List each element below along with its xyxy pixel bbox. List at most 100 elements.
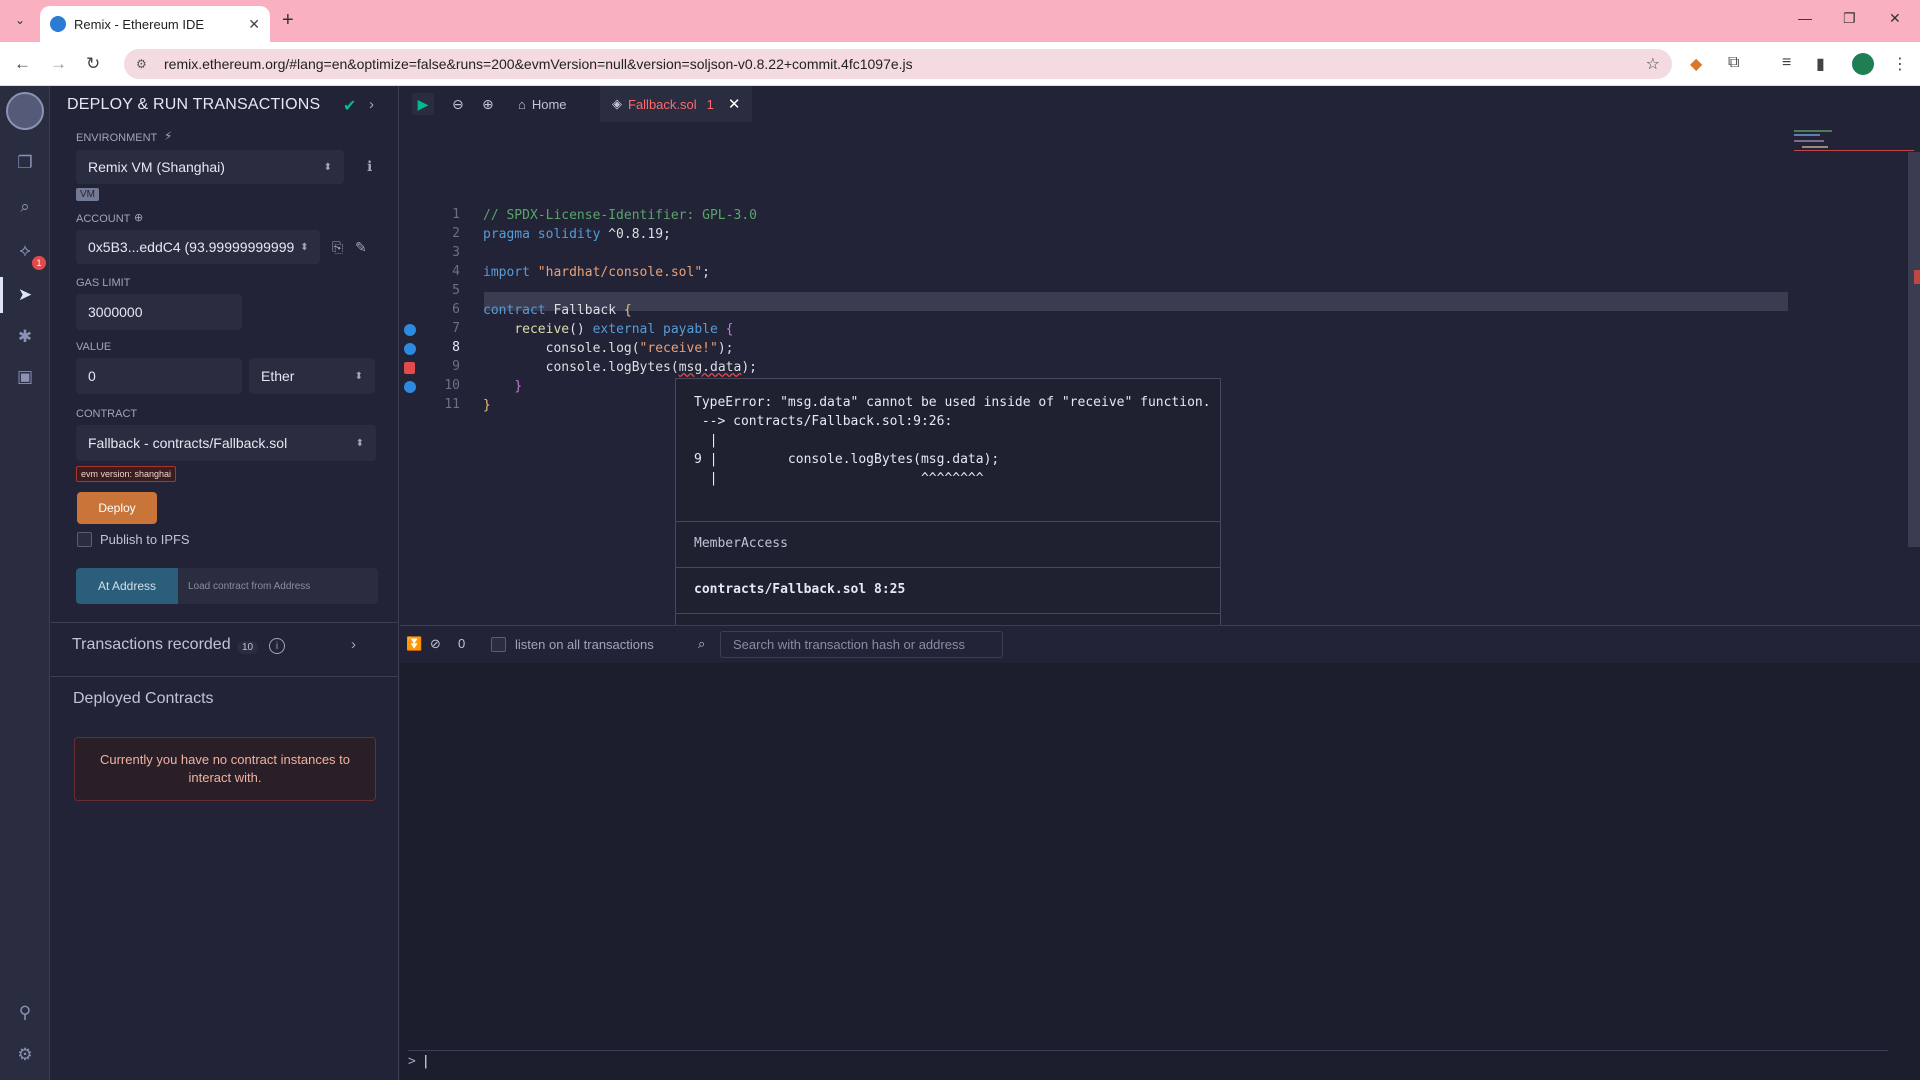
keyword-text: contract <box>483 303 546 318</box>
transaction-search-input[interactable]: Search with transaction hash or address <box>720 631 1003 658</box>
close-window-icon[interactable]: ✕ <box>1889 10 1901 27</box>
select-arrow-icon: ⬍ <box>355 437 364 449</box>
plugin-manager-icon[interactable]: ▣ <box>12 364 38 390</box>
zoom-in-icon[interactable]: ⊕ <box>482 86 494 122</box>
info-icon[interactable]: i <box>269 638 285 654</box>
error-marker-icon[interactable] <box>404 362 415 374</box>
code-line: // SPDX-License-Identifier: GPL-3.0 <box>483 206 757 225</box>
compiler-error-badge: 1 <box>32 256 46 270</box>
settings-gear-icon[interactable]: ⚙ <box>12 1042 38 1068</box>
at-address-button[interactable]: At Address <box>76 568 178 604</box>
terminal-prompt: > <box>408 1054 416 1069</box>
deployed-contracts-title: Deployed Contracts <box>73 690 214 707</box>
line-number: 5 <box>452 283 460 298</box>
site-settings-icon[interactable]: ⚙ <box>136 57 152 71</box>
line-number: 6 <box>452 302 460 317</box>
account-select[interactable]: 0x5B3...eddC4 (93.99999999999 ⬍ <box>76 230 320 264</box>
minimap[interactable] <box>1794 130 1914 154</box>
divider <box>676 567 1220 568</box>
home-icon: ⌂ <box>518 96 526 112</box>
address-bar[interactable]: ⚙ remix.ethereum.org/#lang=en&optimize=f… <box>124 49 1672 79</box>
publish-ipfs-checkbox[interactable] <box>77 532 92 547</box>
search-icon[interactable]: ⌕ <box>12 194 38 220</box>
divider <box>51 622 398 623</box>
clear-console-icon[interactable]: ⊘ <box>430 636 441 652</box>
environment-select[interactable]: Remix VM (Shanghai) ⬍ <box>76 150 344 184</box>
select-arrow-icon: ⬍ <box>323 161 332 173</box>
active-indicator <box>0 277 3 313</box>
line-number: 1 <box>452 207 460 222</box>
side-panel-icon[interactable]: ▮ <box>1816 54 1825 74</box>
plug-icon[interactable]: ⚡ <box>164 129 172 143</box>
back-arrow-icon[interactable]: ← <box>14 54 31 74</box>
run-script-icon[interactable]: ▶ <box>412 93 434 115</box>
terminal-output[interactable] <box>400 663 1920 1080</box>
edit-icon[interactable]: ✎ <box>355 239 367 256</box>
editor-gutter: 1 2 3 4 5 6 7 8 9 10 11 <box>400 122 470 625</box>
code-line: pragma solidity ^0.8.19; <box>483 225 671 244</box>
breakpoint-icon[interactable] <box>404 343 416 355</box>
error-location[interactable]: contracts/Fallback.sol 8:25 <box>694 582 905 597</box>
file-tab-label: Fallback.sol <box>628 96 697 112</box>
restore-icon[interactable]: ❐ <box>1843 10 1856 27</box>
deploy-run-icon[interactable]: ➤ <box>12 282 38 308</box>
minimize-icon[interactable]: — <box>1798 10 1812 26</box>
contract-select[interactable]: Fallback - contracts/Fallback.sol ⬍ <box>76 425 376 461</box>
remix-logo-icon[interactable] <box>6 92 44 130</box>
file-explorer-icon[interactable]: ❐ <box>12 150 38 176</box>
publish-ipfs-label: Publish to IPFS <box>100 532 190 547</box>
transactions-recorded-title[interactable]: Transactions recorded <box>72 636 231 654</box>
editor-scrollbar[interactable] <box>1908 152 1920 547</box>
comment-text: // SPDX-License-Identifier: GPL-3.0 <box>483 208 757 223</box>
browser-menu-icon[interactable]: ⋮ <box>1892 54 1908 74</box>
collapse-terminal-icon[interactable]: ⏬ <box>406 636 422 652</box>
line-number: 4 <box>452 264 460 279</box>
listen-all-checkbox[interactable] <box>491 637 506 652</box>
browser-tab-remix[interactable]: Remix - Ethereum IDE ✕ <box>40 6 270 42</box>
code-line: console.log("receive!"); <box>483 339 734 358</box>
new-tab-plus-icon[interactable]: + <box>282 9 294 32</box>
breakpoint-icon[interactable] <box>404 381 416 393</box>
media-controls-icon[interactable]: ≡ <box>1782 54 1791 72</box>
copy-icon[interactable]: ⎘ <box>332 239 343 256</box>
add-account-icon[interactable]: ⊕ <box>134 211 143 224</box>
tab-fallback-sol[interactable]: ◈ Fallback.sol 1 ✕ <box>600 86 753 122</box>
account-label: ACCOUNT <box>76 213 131 225</box>
terminal-input[interactable]: > | <box>408 1050 1888 1072</box>
error-kind: MemberAccess <box>694 536 788 551</box>
extensions-puzzle-icon[interactable]: ⧉ <box>1728 54 1739 72</box>
debugger-icon[interactable]: ✱ <box>12 324 38 350</box>
info-icon[interactable]: ℹ <box>367 158 372 175</box>
close-tab-icon[interactable]: ✕ <box>248 16 260 33</box>
deploy-button[interactable]: Deploy <box>77 492 157 524</box>
remix-favicon-icon <box>50 16 66 32</box>
code-text: console.logBytes( <box>545 360 679 375</box>
chevron-right-icon[interactable]: › <box>369 96 374 113</box>
code-text: ); <box>741 360 757 375</box>
divider <box>676 613 1220 614</box>
plug-icon[interactable]: ⚲ <box>12 1000 38 1026</box>
gas-limit-input[interactable]: 3000000 <box>76 294 242 330</box>
string-text: "receive!" <box>639 341 718 356</box>
profile-avatar[interactable] <box>1852 53 1874 75</box>
metamask-extension-icon[interactable]: ◆ <box>1690 54 1702 74</box>
load-address-input[interactable]: Load contract from Address <box>178 568 378 604</box>
line-number: 10 <box>444 378 460 393</box>
line-number: 2 <box>452 226 460 241</box>
breakpoint-icon[interactable] <box>404 324 416 336</box>
value-unit-select[interactable]: Ether ⬍ <box>249 358 375 394</box>
close-tab-icon[interactable]: ✕ <box>728 95 741 113</box>
scrollbar-error-marker <box>1914 270 1920 284</box>
tab-list-chevron-icon[interactable]: ⌄ <box>8 8 32 32</box>
contract-label: CONTRACT <box>76 408 138 420</box>
zoom-out-icon[interactable]: ⊖ <box>452 86 464 122</box>
reload-icon[interactable]: ↻ <box>86 54 100 74</box>
forward-arrow-icon[interactable]: → <box>50 54 67 74</box>
bookmark-star-icon[interactable]: ☆ <box>1646 54 1660 74</box>
code-line: } <box>514 379 523 394</box>
tab-home[interactable]: ⌂ Home <box>518 86 567 122</box>
check-icon: ✔ <box>343 98 357 115</box>
value-input[interactable]: 0 <box>76 358 242 394</box>
pending-transactions-count: 0 <box>458 636 466 651</box>
chevron-right-icon[interactable]: › <box>351 636 356 653</box>
